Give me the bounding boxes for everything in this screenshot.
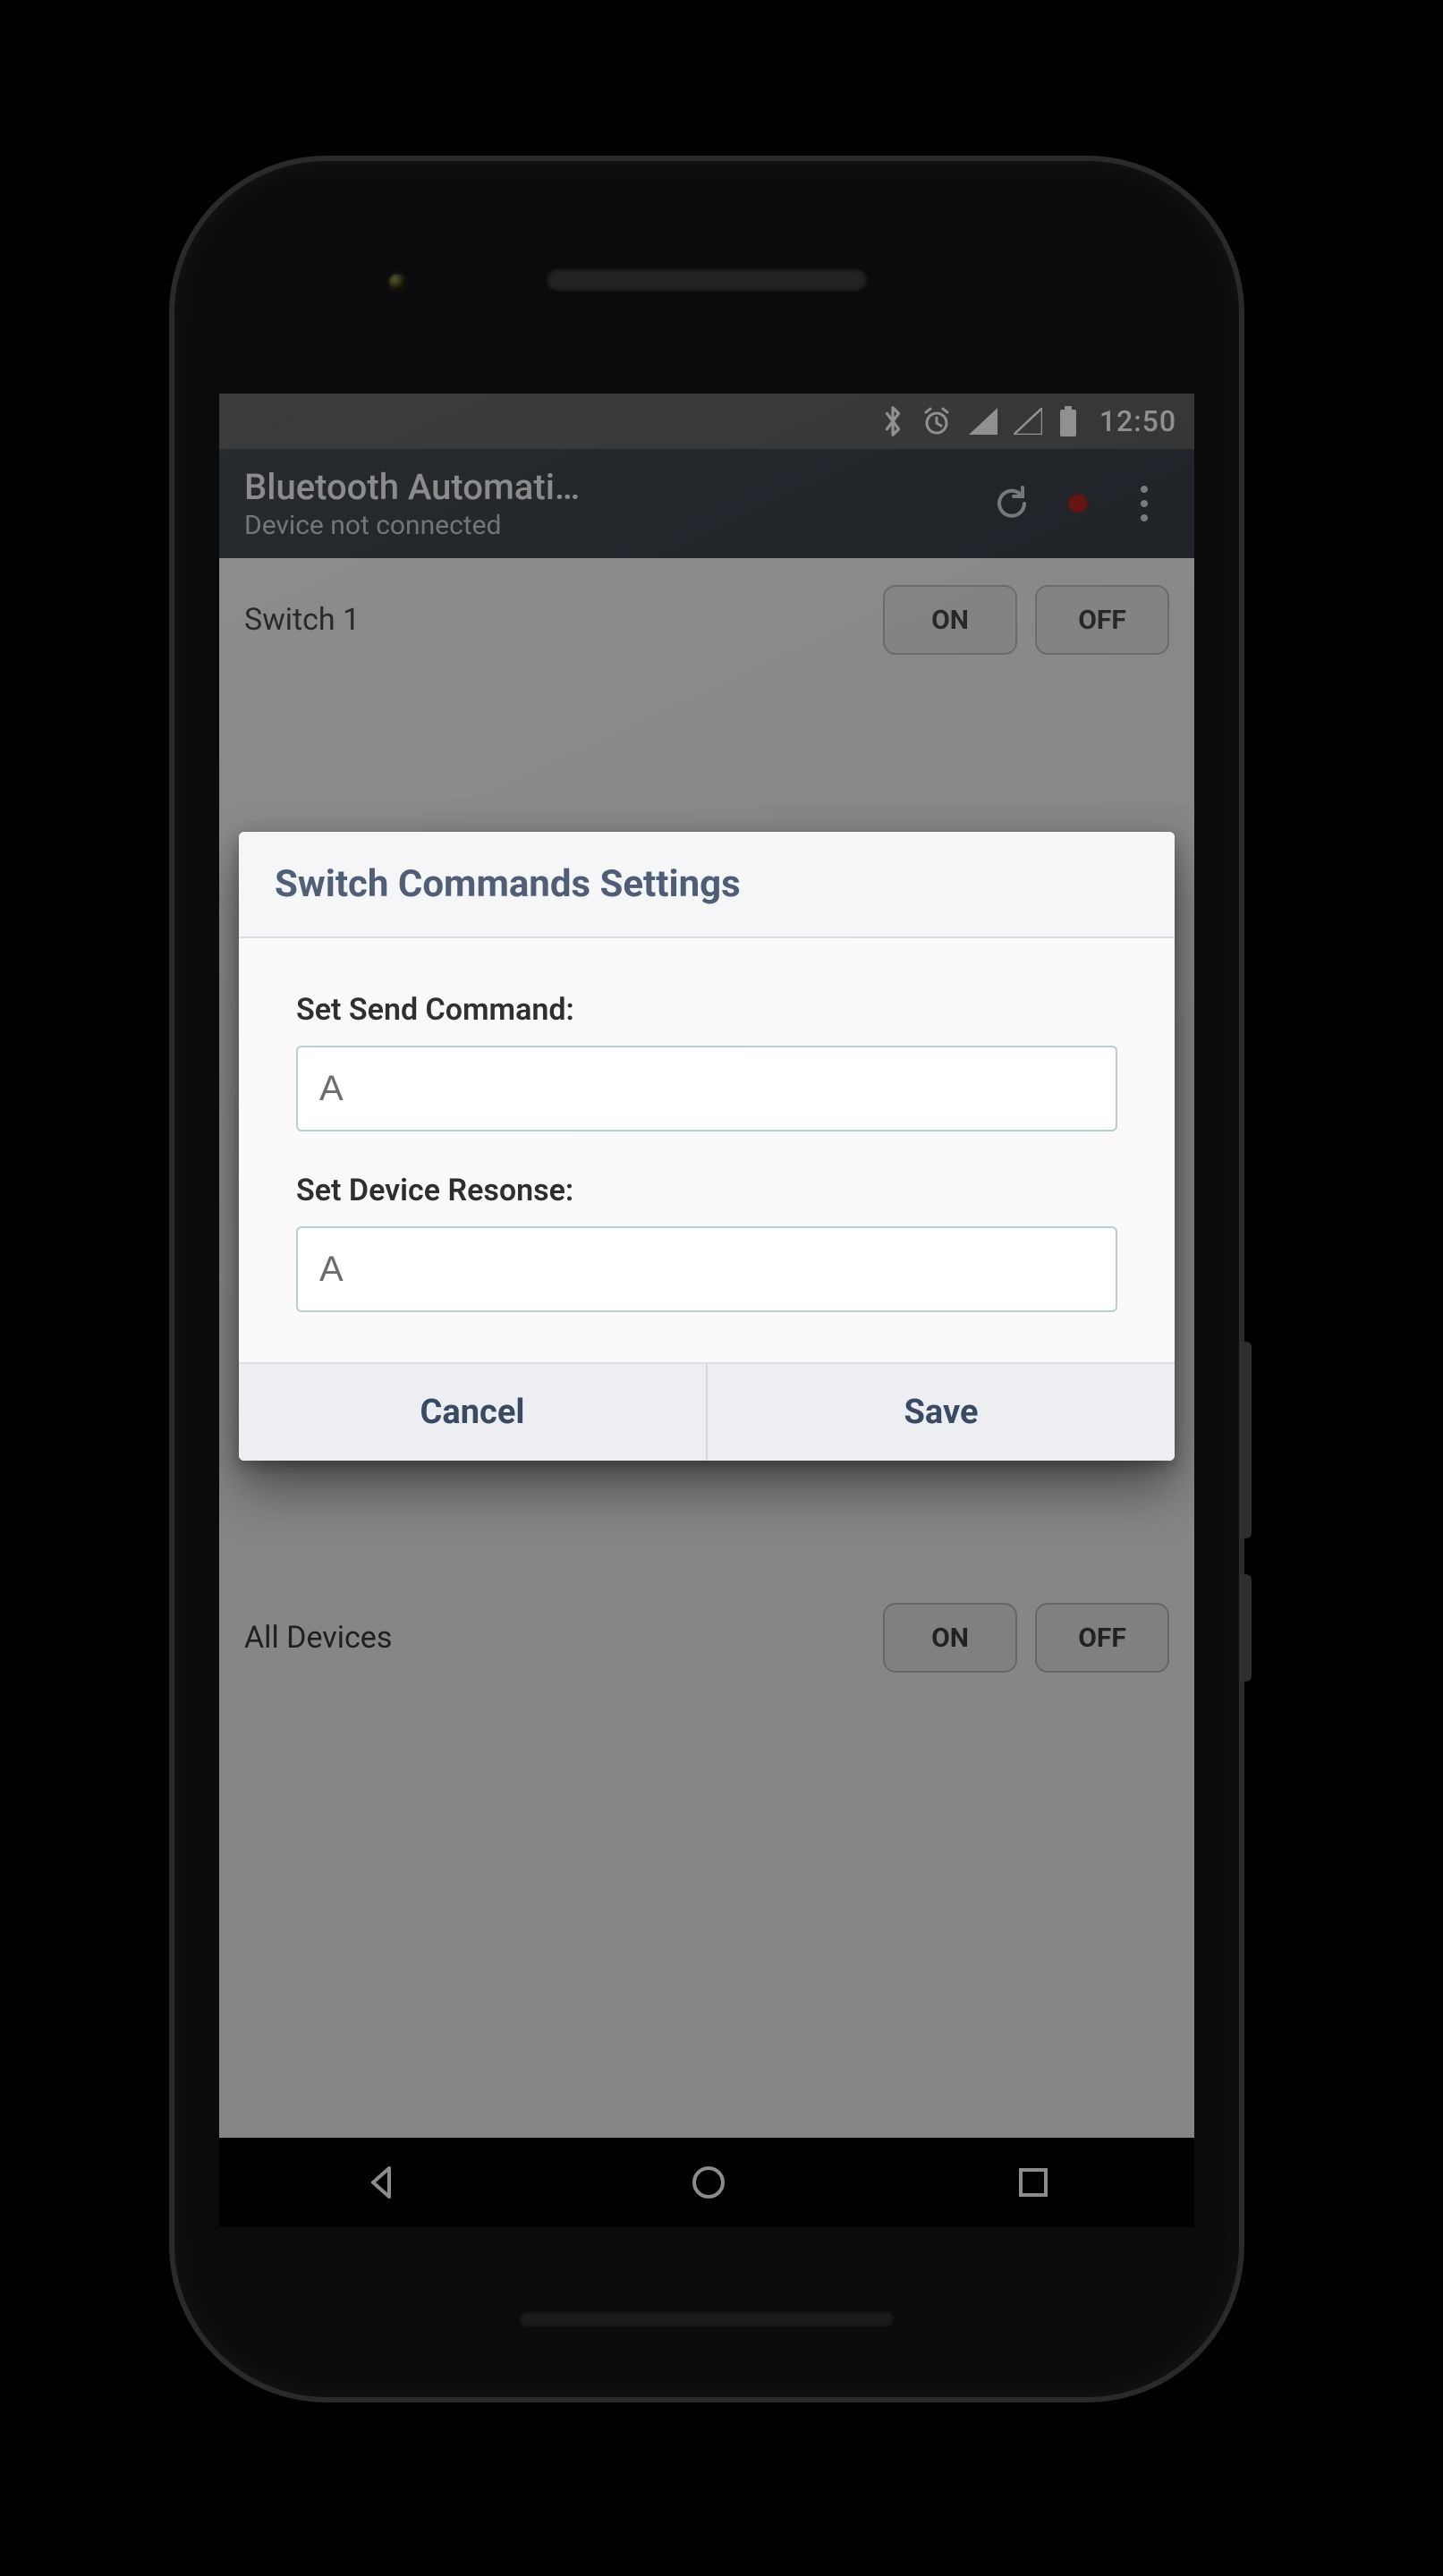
dialog-title: Switch Commands Settings [239, 832, 1175, 938]
device-response-label: Set Device Resonse: [296, 1173, 1117, 1208]
front-camera [389, 274, 405, 290]
screen: 12:50 Bluetooth Automati… Device not con… [219, 394, 1194, 2227]
bottom-speaker [519, 2311, 895, 2327]
save-button[interactable]: Save [706, 1364, 1175, 1461]
earpiece [546, 268, 868, 292]
send-command-field: Set Send Command: [296, 992, 1117, 1131]
dialog-actions: Cancel Save [239, 1362, 1175, 1461]
side-button [1239, 1342, 1252, 1538]
send-command-input[interactable] [296, 1046, 1117, 1131]
device-response-field: Set Device Resonse: [296, 1173, 1117, 1312]
switch-commands-dialog: Switch Commands Settings Set Send Comman… [239, 832, 1175, 1461]
device-response-input[interactable] [296, 1226, 1117, 1312]
cancel-button[interactable]: Cancel [239, 1364, 706, 1461]
dialog-body: Set Send Command: Set Device Resonse: [239, 938, 1175, 1362]
stage: 12:50 Bluetooth Automati… Device not con… [0, 0, 1443, 2576]
phone-frame: 12:50 Bluetooth Automati… Device not con… [174, 161, 1239, 2397]
side-button [1239, 1574, 1252, 1682]
send-command-label: Set Send Command: [296, 992, 1117, 1028]
